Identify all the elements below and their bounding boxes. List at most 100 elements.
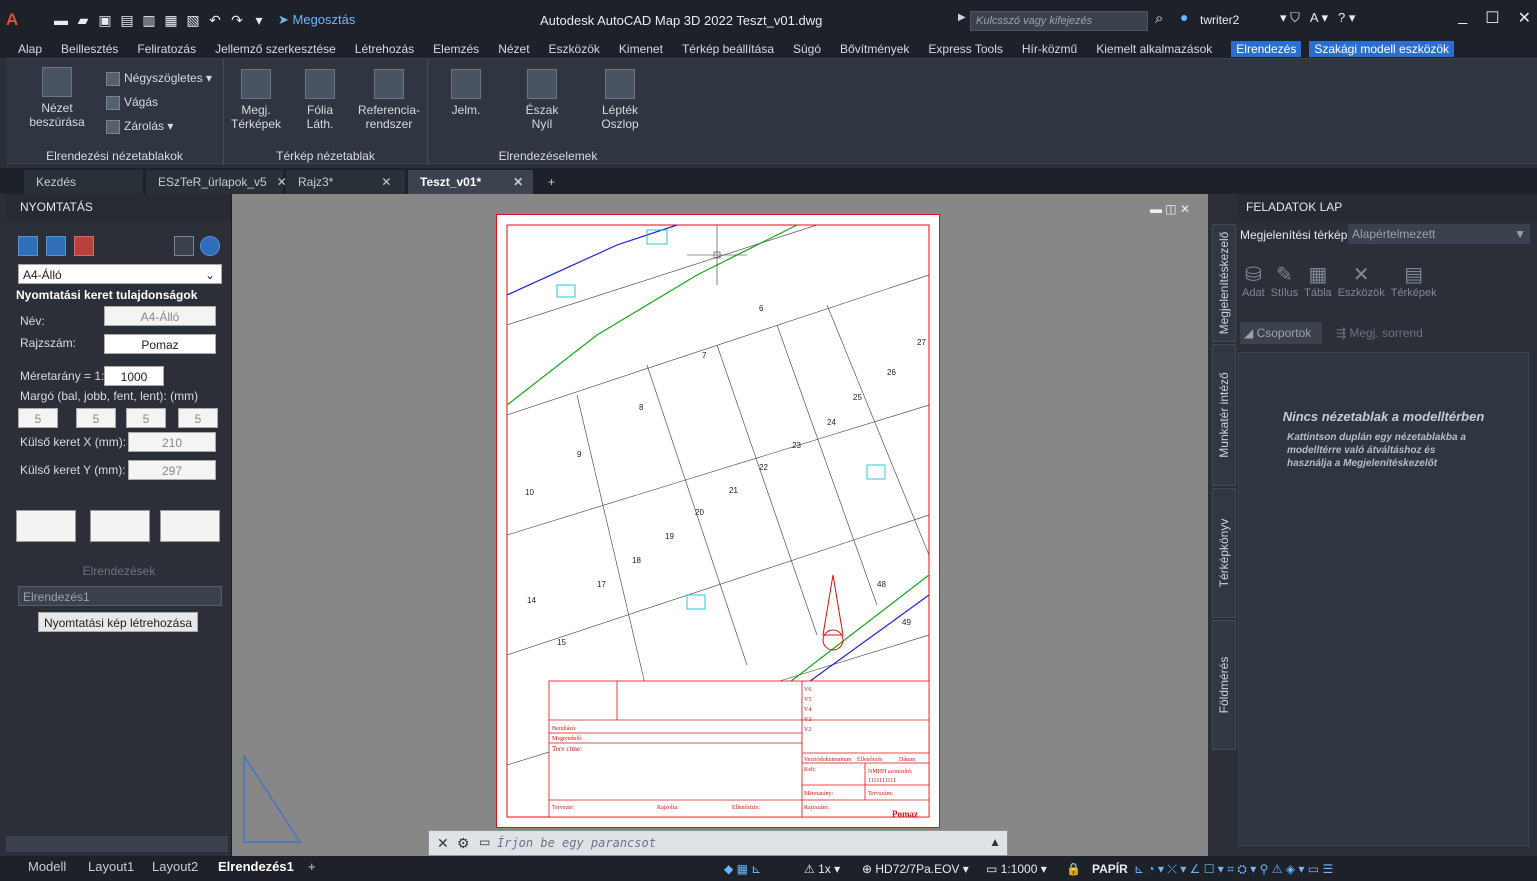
menu-item-11[interactable]: Bővítmények	[840, 42, 909, 56]
menu-item-15[interactable]: Elrendezés	[1231, 41, 1302, 57]
new-icon[interactable]: ▬	[52, 11, 70, 29]
menu-item-7[interactable]: Eszközök	[549, 42, 600, 56]
insert-view-button[interactable]: Nézet beszúrása	[12, 67, 102, 129]
paper-space-toggle[interactable]: PAPÍR	[1092, 862, 1128, 876]
paper-size-select[interactable]: A4-Álló ⌄	[18, 264, 222, 284]
tab-display-manager[interactable]: Megjelenítéskezelő	[1212, 224, 1236, 342]
tab-teszt[interactable]: Teszt_v01* ✕	[408, 170, 534, 194]
new-tab-icon[interactable]: +	[536, 170, 566, 194]
clip-button[interactable]: Vágás	[106, 95, 158, 110]
layout-select[interactable]: Elrendezés1	[18, 586, 222, 606]
plot-tool-icon-1[interactable]	[18, 236, 38, 256]
menu-item-14[interactable]: Kiemelt alkalmazások	[1096, 42, 1212, 56]
user-icon[interactable]: ●	[1180, 9, 1188, 25]
maps-button[interactable]: ▤ Térképek	[1391, 262, 1437, 299]
legend-button[interactable]: Jelm.	[438, 69, 494, 117]
add-layout-icon[interactable]: +	[308, 859, 316, 874]
plot-icon[interactable]: ▦	[162, 11, 180, 29]
menu-item-0[interactable]: Alap	[18, 42, 42, 56]
scale-bar-button[interactable]: Lépték Oszlop	[590, 69, 650, 131]
rectangular-button[interactable]: Négyszögletes ▾	[106, 71, 212, 86]
frame-y-field[interactable]: 297	[128, 460, 216, 480]
search-icon[interactable]: ⌕	[1155, 10, 1163, 27]
help-icon[interactable]: ? ▾	[1338, 10, 1355, 26]
command-input[interactable]: Írjon be egy parancsot	[497, 836, 656, 850]
swap-orientation-button[interactable]	[16, 510, 76, 542]
menu-item-4[interactable]: Létrehozás	[355, 42, 414, 56]
margin-left-field[interactable]: 5	[18, 408, 58, 428]
chevron-up-icon[interactable]: ▲	[989, 835, 1001, 849]
lock-viewport-icon[interactable]: 🔒	[1066, 862, 1081, 876]
menu-item-8[interactable]: Kimenet	[619, 42, 663, 56]
draw-order-button[interactable]: ⇶ Megj. sorrend	[1336, 326, 1423, 340]
close-icon[interactable]: ✕	[1518, 8, 1531, 28]
menu-item-12[interactable]: Express Tools	[928, 42, 1002, 56]
menu-item-9[interactable]: Térkép beállítása	[682, 42, 774, 56]
groups-button[interactable]: ◢ Csoportok	[1240, 322, 1322, 344]
tab-model[interactable]: Modell	[28, 859, 66, 874]
paper-size-button[interactable]	[160, 510, 220, 542]
menu-item-1[interactable]: Beillesztés	[61, 42, 118, 56]
username[interactable]: twriter2	[1200, 13, 1239, 27]
viewport-scale[interactable]: ▭ 1:1000 ▾	[986, 862, 1047, 876]
north-arrow-button[interactable]: Észak Nyíl	[514, 69, 570, 131]
map-view-button[interactable]: Megj. Térképek	[228, 69, 284, 131]
search-input[interactable]: Kulcsszó vagy kifejezés	[970, 11, 1148, 31]
menu-item-6[interactable]: Nézet	[498, 42, 529, 56]
command-history-icon[interactable]: ▭	[479, 835, 490, 849]
autodesk-icon[interactable]: A ▾	[1310, 10, 1328, 26]
plot-tool-icon-3[interactable]	[74, 236, 94, 256]
menu-item-5[interactable]: Elemzés	[433, 42, 479, 56]
tab-rajz3[interactable]: Rajz3* ✕	[286, 170, 406, 194]
share-button[interactable]: ➤ Megosztás	[278, 12, 355, 28]
data-button[interactable]: ⛁ Adat	[1242, 262, 1265, 299]
table-button[interactable]: ▦ Tábla	[1304, 262, 1332, 299]
menu-item-13[interactable]: Hír-közmű	[1022, 42, 1077, 56]
ref-system-button[interactable]: Referencia-rendszer	[356, 69, 422, 131]
undo-icon[interactable]: ↶	[206, 11, 224, 29]
scale-field[interactable]: 1000	[104, 366, 164, 386]
menu-item-10[interactable]: Súgó	[793, 42, 821, 56]
create-plot-button[interactable]: Nyomtatási kép létrehozása	[38, 612, 198, 632]
map-select[interactable]: Alapértelmezett ▼	[1348, 224, 1530, 244]
cart-icon[interactable]: ▾ ⛉	[1280, 10, 1300, 26]
menu-item-2[interactable]: Feliratozás	[137, 42, 196, 56]
minimize-icon[interactable]: _	[1458, 8, 1467, 28]
tab-workspace[interactable]: Munkatér intéző	[1212, 344, 1236, 486]
tab-eszter[interactable]: ESzTeR_ürlapok_v5 ✕	[146, 170, 287, 194]
command-line[interactable]: ✕ ⚙ ▭ Írjon be egy parancsot ▲	[428, 830, 1008, 856]
close-tab-icon[interactable]: ✕	[381, 175, 391, 189]
close-icon[interactable]: ✕	[437, 835, 449, 852]
tab-mapbook[interactable]: Térképkönyv	[1212, 488, 1236, 618]
save-icon[interactable]: ▣	[96, 11, 114, 29]
plot-tool-icon-2[interactable]	[46, 236, 66, 256]
menu-item-16[interactable]: Szakági modell eszközök	[1309, 41, 1455, 57]
customize-icon[interactable]: ▾	[250, 11, 268, 29]
drafting-tools-icons[interactable]: ⊾ ◔ ▾ ⤫ ▾ ∠ ☐ ▾ ⌗ ⛭ ▾ ⚲ ⚠ ◈ ▾ ▭ ☰	[1134, 862, 1333, 877]
redo-icon[interactable]: ↷	[228, 11, 246, 29]
frame-x-field[interactable]: 210	[128, 432, 216, 452]
horizontal-scrollbar[interactable]	[6, 836, 228, 852]
tab-start[interactable]: Kezdés	[24, 170, 144, 194]
lock-button[interactable]: Zárolás ▾	[106, 119, 173, 134]
annotation-scale[interactable]: ⚠ 1x ▾	[804, 862, 840, 876]
tab-survey[interactable]: Földmérés	[1212, 620, 1236, 750]
drawing-canvas[interactable]: ▬ ◫ ✕ 10 9 8 7 6 27 26 25 24 23 22 21 20…	[232, 194, 1208, 856]
tools-button[interactable]: ✕ Eszközök	[1338, 262, 1385, 299]
menu-item-3[interactable]: Jellemző szerkesztése	[215, 42, 336, 56]
customize-wrench-icon[interactable]: ⚙	[457, 835, 470, 852]
margin-top-field[interactable]: 5	[126, 408, 166, 428]
tab-elrendezes1[interactable]: Elrendezés1	[218, 859, 294, 874]
print-icon[interactable]: ▧	[184, 11, 202, 29]
tab-layout2[interactable]: Layout2	[152, 859, 198, 874]
close-tab-icon[interactable]: ✕	[513, 175, 523, 189]
search-expand-icon[interactable]: ▶	[958, 12, 966, 23]
snap-icon[interactable]: ◆ ▦ ⊾	[724, 862, 761, 876]
app-logo[interactable]: A	[6, 5, 48, 35]
coord-system[interactable]: ⊕ HD72/7Pa.EOV ▾	[862, 862, 969, 876]
viewport-controls[interactable]: ▬ ◫ ✕	[1150, 202, 1190, 216]
help-icon[interactable]	[200, 236, 220, 256]
name-field[interactable]: A4-Álló	[104, 306, 216, 326]
maximize-icon[interactable]: ☐	[1485, 8, 1499, 28]
drawing-number-field[interactable]: Pomaz	[104, 334, 216, 354]
